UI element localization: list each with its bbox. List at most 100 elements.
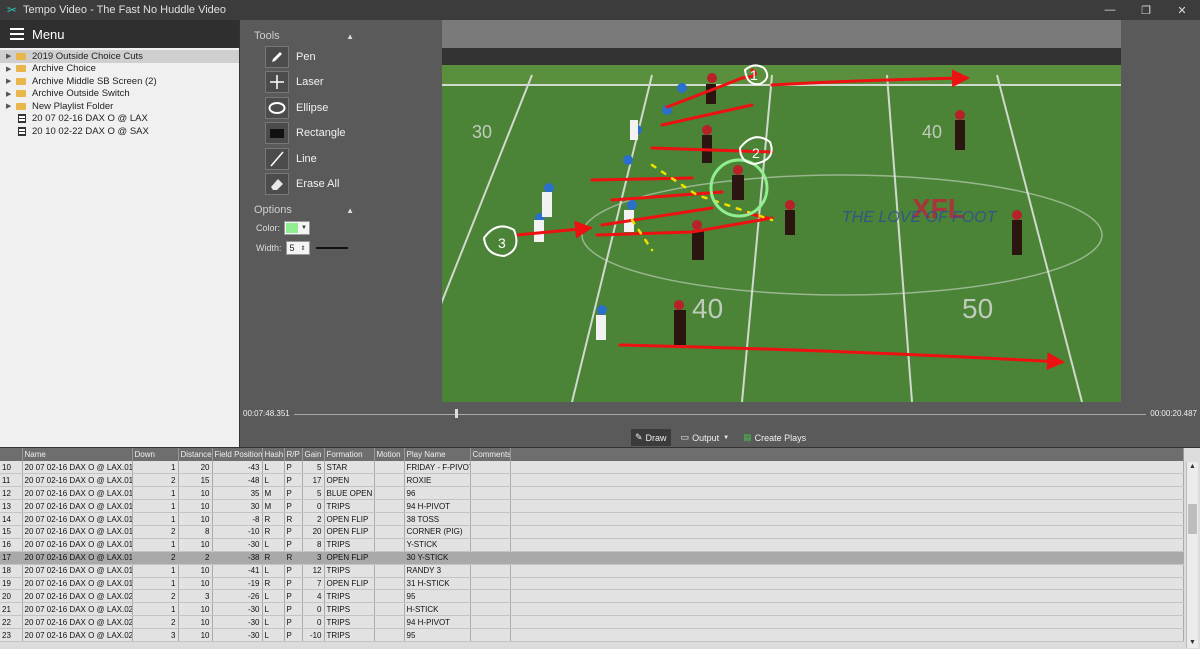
table-scrollbar[interactable]: ▲ ▼ bbox=[1186, 462, 1198, 648]
table-cell[interactable] bbox=[470, 525, 511, 539]
pen-icon[interactable] bbox=[265, 45, 289, 68]
table-cell[interactable]: 20 07 02-16 DAX O @ LAX.012 bbox=[22, 486, 133, 501]
table-cell[interactable]: 3 bbox=[178, 589, 213, 604]
table-cell[interactable]: OPEN FLIP bbox=[324, 577, 375, 591]
table-cell[interactable]: 10 bbox=[178, 499, 213, 514]
table-cell[interactable]: OPEN FLIP bbox=[324, 525, 375, 539]
tree-folder-item[interactable]: ▶ Archive Outside Switch bbox=[0, 88, 239, 101]
table-cell[interactable]: R bbox=[262, 512, 285, 526]
output-button[interactable]: ▭ Output ▼ bbox=[677, 429, 734, 446]
table-cell[interactable]: -10 bbox=[212, 525, 263, 539]
table-cell[interactable]: 10 bbox=[178, 615, 213, 630]
table-cell[interactable]: 1 bbox=[132, 461, 179, 475]
table-cell[interactable]: 23 bbox=[0, 628, 23, 642]
table-cell[interactable]: R bbox=[284, 551, 303, 565]
minimize-button[interactable]: — bbox=[1092, 0, 1128, 20]
table-cell[interactable]: 2 bbox=[132, 473, 179, 488]
table-cell[interactable]: 1 bbox=[132, 577, 179, 591]
table-cell[interactable]: P bbox=[284, 615, 303, 630]
tool-erase-all[interactable]: Erase All bbox=[265, 172, 436, 198]
table-cell[interactable] bbox=[470, 538, 511, 552]
table-cell[interactable]: M bbox=[262, 486, 285, 501]
table-cell[interactable]: 10 bbox=[178, 564, 213, 578]
table-cell[interactable]: ROXIE bbox=[404, 473, 471, 488]
table-cell[interactable]: 15 bbox=[0, 525, 23, 539]
table-cell[interactable]: CORNER (PIG) bbox=[404, 525, 471, 539]
table-row[interactable]: 11 20 07 02-16 DAX O @ LAX.011 2 15 -48 L P 17 O… bbox=[0, 473, 1184, 488]
table-cell[interactable]: 1 bbox=[132, 486, 179, 501]
tree-folder-item[interactable]: ▶ Archive Choice bbox=[0, 63, 239, 76]
tool-rectangle[interactable]: Rectangle bbox=[265, 121, 436, 147]
table-cell[interactable]: BLUE OPEN bbox=[324, 486, 375, 501]
expand-arrow-icon[interactable]: ▶ bbox=[6, 65, 16, 73]
table-cell[interactable]: 96 bbox=[404, 486, 471, 501]
table-cell[interactable]: Y-STICK bbox=[404, 538, 471, 552]
column-header[interactable]: Play Name bbox=[404, 448, 471, 461]
table-cell[interactable]: 2 bbox=[302, 512, 325, 526]
table-cell[interactable]: 94 H-PIVOT bbox=[404, 499, 471, 514]
table-cell[interactable]: TRIPS bbox=[324, 564, 375, 578]
table-cell[interactable]: 20 07 02-16 DAX O @ LAX.016 bbox=[22, 538, 133, 552]
table-cell[interactable]: RANDY 3 bbox=[404, 564, 471, 578]
table-row[interactable]: 15 20 07 02-16 DAX O @ LAX.015 2 8 -10 R P 20 OP… bbox=[0, 525, 1184, 539]
table-row[interactable]: 23 20 07 02-16 DAX O @ LAX.023 3 10 -30 L P -10… bbox=[0, 628, 1184, 642]
column-header[interactable] bbox=[0, 448, 23, 461]
table-cell[interactable]: 12 bbox=[0, 486, 23, 501]
table-cell[interactable] bbox=[470, 551, 511, 565]
menu-label[interactable]: Menu bbox=[32, 27, 65, 42]
table-cell[interactable] bbox=[470, 486, 511, 501]
table-cell[interactable]: 20 07 02-16 DAX O @ LAX.018 bbox=[22, 564, 133, 578]
table-cell[interactable]: P bbox=[284, 538, 303, 552]
table-cell[interactable] bbox=[374, 538, 405, 552]
table-cell[interactable] bbox=[374, 564, 405, 578]
table-cell[interactable] bbox=[374, 615, 405, 630]
close-button[interactable]: ✕ bbox=[1164, 0, 1200, 20]
column-header[interactable]: Comments bbox=[470, 448, 511, 461]
table-cell[interactable]: 0 bbox=[302, 602, 325, 617]
table-cell[interactable]: 22 bbox=[0, 615, 23, 630]
tree-folder-item[interactable]: ▶ 2019 Outside Choice Cuts bbox=[0, 50, 239, 63]
table-cell[interactable]: P bbox=[284, 499, 303, 514]
table-cell[interactable]: P bbox=[284, 564, 303, 578]
table-cell[interactable]: 94 H-PIVOT bbox=[404, 615, 471, 630]
table-cell[interactable]: OPEN bbox=[324, 473, 375, 488]
width-stepper[interactable]: 5 ⇕ bbox=[285, 241, 310, 255]
table-cell[interactable]: 17 bbox=[0, 551, 23, 565]
table-cell[interactable]: 18 bbox=[0, 564, 23, 578]
table-cell[interactable]: 20 bbox=[0, 589, 23, 604]
table-cell[interactable]: -38 bbox=[212, 551, 263, 565]
table-cell[interactable]: 1 bbox=[132, 602, 179, 617]
table-cell[interactable]: 12 bbox=[302, 564, 325, 578]
table-cell[interactable]: 10 bbox=[178, 577, 213, 591]
table-row[interactable]: 19 20 07 02-16 DAX O @ LAX.019 1 10 -19 R P 7 OP… bbox=[0, 577, 1184, 591]
table-cell[interactable]: R bbox=[262, 577, 285, 591]
tool-pen[interactable]: Pen bbox=[265, 44, 436, 70]
table-cell[interactable]: 2 bbox=[132, 551, 179, 565]
table-cell[interactable]: R bbox=[284, 512, 303, 526]
table-cell[interactable]: L bbox=[262, 602, 285, 617]
table-cell[interactable]: 0 bbox=[302, 615, 325, 630]
scroll-up-icon[interactable]: ▲ bbox=[1187, 462, 1198, 472]
table-cell[interactable]: 1 bbox=[132, 499, 179, 514]
table-cell[interactable]: 4 bbox=[302, 589, 325, 604]
table-cell[interactable] bbox=[470, 473, 511, 488]
scroll-down-icon[interactable]: ▼ bbox=[1187, 638, 1198, 648]
table-cell[interactable] bbox=[374, 628, 405, 642]
table-cell[interactable] bbox=[470, 512, 511, 526]
table-cell[interactable]: 20 bbox=[178, 461, 213, 475]
table-cell[interactable]: 20 07 02-16 DAX O @ LAX.021 bbox=[22, 602, 133, 617]
tree-folder-item[interactable]: ▶ New Playlist Folder bbox=[0, 100, 239, 113]
table-cell[interactable] bbox=[374, 512, 405, 526]
table-cell[interactable] bbox=[374, 461, 405, 475]
table-row[interactable]: 12 20 07 02-16 DAX O @ LAX.012 1 10 35 M P 5 BLU… bbox=[0, 486, 1184, 501]
table-cell[interactable] bbox=[374, 525, 405, 539]
table-cell[interactable] bbox=[470, 589, 511, 604]
table-cell[interactable] bbox=[374, 473, 405, 488]
tree-film-item[interactable]: 20 07 02-16 DAX O @ LAX bbox=[0, 113, 239, 126]
table-cell[interactable]: 5 bbox=[302, 461, 325, 475]
expand-arrow-icon[interactable]: ▶ bbox=[6, 52, 16, 60]
table-cell[interactable]: 20 07 02-16 DAX O @ LAX.014 bbox=[22, 512, 133, 526]
table-cell[interactable]: R bbox=[262, 551, 285, 565]
table-cell[interactable]: 20 07 02-16 DAX O @ LAX.017 bbox=[22, 551, 133, 565]
table-row[interactable]: 17 20 07 02-16 DAX O @ LAX.017 2 2 -38 R R 3 OPE… bbox=[0, 551, 1184, 565]
